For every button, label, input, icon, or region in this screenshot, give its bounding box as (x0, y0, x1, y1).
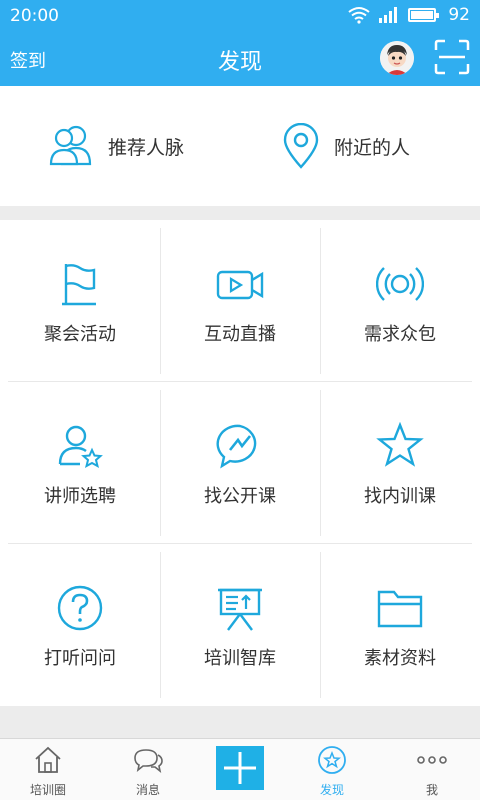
grid-item-label: 培训智库 (204, 648, 276, 669)
feature-grid: 聚会活动 互动直播 需求众包 讲师选聘 找公开课 找内训课 打听问问 培训智库 … (0, 220, 480, 706)
grid-item-crowdsource[interactable]: 需求众包 (320, 220, 480, 382)
tab-label: 培训圈 (29, 783, 66, 797)
grid-item-label: 需求众包 (364, 324, 436, 345)
battery-icon (408, 8, 440, 22)
tab-label: 消息 (135, 783, 160, 797)
tab-label: 我 (425, 783, 438, 797)
chat-bubbles-icon (134, 749, 163, 773)
signal-icon (379, 7, 398, 23)
grid-item-live[interactable]: 互动直播 (160, 220, 320, 382)
grid-item-label: 讲师选聘 (44, 486, 116, 507)
home-icon (35, 746, 61, 773)
grid-item-ask[interactable]: 打听问问 (0, 544, 160, 706)
chat-lightning-icon (216, 424, 257, 469)
recommended-contacts-item[interactable]: 推荐人脉 (48, 86, 184, 206)
discover-star-icon (318, 746, 346, 774)
grid-item-label: 找公开课 (204, 486, 276, 507)
more-dots-icon (417, 756, 447, 764)
broadcast-icon (376, 267, 424, 301)
tab-messages[interactable]: 消息 (100, 739, 196, 800)
avatar[interactable] (380, 41, 414, 75)
video-camera-icon (216, 270, 264, 300)
grid-item-label: 打听问问 (44, 648, 116, 669)
grid-item-label: 找内训课 (364, 486, 436, 507)
users-icon (49, 125, 92, 166)
grid-item-label: 素材资料 (364, 648, 436, 669)
presentation-icon (218, 588, 262, 631)
grid-item-lecturer[interactable]: 讲师选聘 (0, 382, 160, 544)
grid-item-gathering[interactable]: 聚会活动 (0, 220, 160, 382)
user-star-icon (58, 425, 103, 468)
star-icon (376, 422, 424, 467)
wifi-icon (348, 7, 370, 24)
grid-item-label: 聚会活动 (44, 324, 116, 345)
nearby-people-label: 附近的人 (334, 136, 411, 159)
tab-training-circle[interactable]: 培训圈 (0, 739, 96, 800)
tab-discover[interactable]: 发现 (284, 739, 380, 800)
nearby-people-item[interactable]: 附近的人 (282, 86, 410, 206)
plus-icon (224, 752, 256, 784)
location-pin-icon (283, 123, 319, 169)
battery-level: 92 (448, 5, 470, 25)
add-button[interactable] (216, 746, 264, 790)
nav-bar: 签到 发现 (0, 32, 480, 86)
status-time: 20:00 (10, 6, 59, 26)
grid-item-internal-course[interactable]: 找内训课 (320, 382, 480, 544)
scan-icon[interactable] (434, 39, 470, 75)
question-icon (57, 585, 103, 631)
tab-me[interactable]: 我 (384, 739, 480, 800)
grid-item-label: 互动直播 (204, 324, 276, 345)
flag-icon (62, 264, 96, 306)
recommended-contacts-label: 推荐人脉 (108, 136, 185, 159)
grid-item-materials[interactable]: 素材资料 (320, 544, 480, 706)
tab-label: 发现 (319, 783, 344, 797)
status-bar: 20:00 92 (0, 0, 480, 32)
grid-item-think-tank[interactable]: 培训智库 (160, 544, 320, 706)
grid-item-public-course[interactable]: 找公开课 (160, 382, 320, 544)
folder-icon (377, 590, 423, 628)
top-section: 推荐人脉 附近的人 (0, 86, 480, 206)
